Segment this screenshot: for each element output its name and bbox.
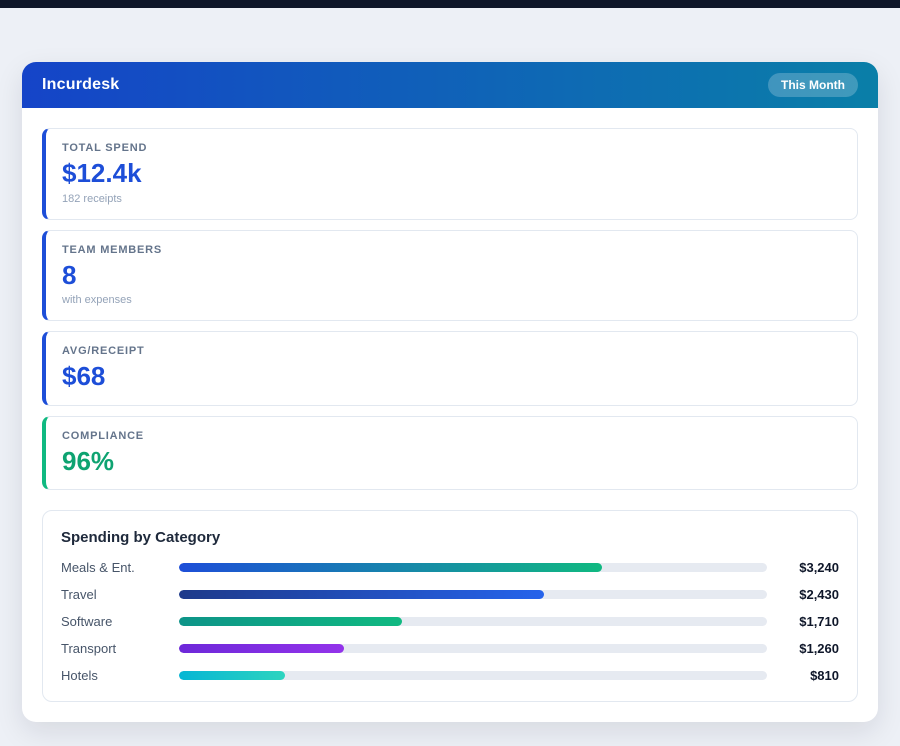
stat-subtext: 182 receipts [62, 193, 841, 205]
category-bar-track [179, 590, 767, 599]
category-label: Software [61, 614, 179, 629]
top-strip [0, 0, 900, 8]
stats-container: TOTAL SPEND $12.4k 182 receipts TEAM MEMBER… [42, 128, 858, 490]
category-value: $810 [777, 668, 839, 683]
category-row-travel: Travel $2,430 [61, 587, 839, 602]
category-bar-fill [179, 563, 602, 572]
category-bar-track [179, 563, 767, 572]
stat-value: 8 [62, 261, 841, 290]
spending-chart-title: Spending by Category [61, 529, 839, 546]
stat-card-total-spend: TOTAL SPEND $12.4k 182 receipts [42, 128, 858, 220]
spending-by-category-card: Spending by Category Meals & Ent. $3,240 T… [42, 510, 858, 702]
category-value: $1,710 [777, 614, 839, 629]
stat-label: TEAM MEMBERS [62, 244, 841, 256]
stat-label: AVG/RECEIPT [62, 345, 841, 357]
stat-value: $68 [62, 362, 841, 391]
category-row-software: Software $1,710 [61, 614, 839, 629]
category-bar-track [179, 644, 767, 653]
stat-label: TOTAL SPEND [62, 142, 841, 154]
category-bar-track [179, 617, 767, 626]
category-label: Transport [61, 641, 179, 656]
app-title: Incurdesk [42, 76, 119, 94]
stat-card-avg-receipt: AVG/RECEIPT $68 [42, 331, 858, 406]
stat-value: $12.4k [62, 159, 841, 188]
category-row-transport: Transport $1,260 [61, 641, 839, 656]
period-badge[interactable]: This Month [768, 73, 858, 97]
category-bar-fill [179, 671, 285, 680]
category-label: Travel [61, 587, 179, 602]
category-value: $2,430 [777, 587, 839, 602]
stat-card-team-members: TEAM MEMBERS 8 with expenses [42, 230, 858, 322]
stat-card-compliance: COMPLIANCE 96% [42, 416, 858, 491]
app-card: Incurdesk This Month TOTAL SPEND $12.4k 18… [22, 62, 878, 722]
category-label: Meals & Ent. [61, 560, 179, 575]
app-header: Incurdesk This Month [22, 62, 878, 108]
category-row-meals-ent-: Meals & Ent. $3,240 [61, 560, 839, 575]
category-bar-fill [179, 644, 344, 653]
category-label: Hotels [61, 668, 179, 683]
stat-subtext: with expenses [62, 294, 841, 306]
category-bar-fill [179, 617, 402, 626]
category-value: $1,260 [777, 641, 839, 656]
category-rows: Meals & Ent. $3,240 Travel $2,430 Software $1… [61, 560, 839, 683]
stat-label: COMPLIANCE [62, 430, 841, 442]
stat-value: 96% [62, 447, 841, 476]
category-bar-fill [179, 590, 544, 599]
category-bar-track [179, 671, 767, 680]
app-body: TOTAL SPEND $12.4k 182 receipts TEAM MEMBER… [22, 108, 878, 722]
category-value: $3,240 [777, 560, 839, 575]
category-row-hotels: Hotels $810 [61, 668, 839, 683]
